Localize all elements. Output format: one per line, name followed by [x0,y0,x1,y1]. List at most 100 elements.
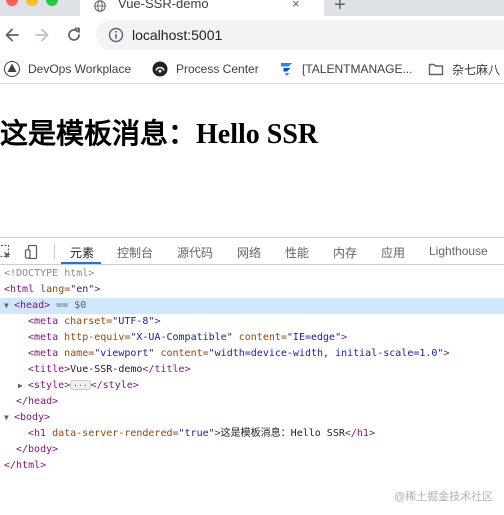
dom-node-head-close[interactable]: </head> [0,394,504,410]
tab-lighthouse[interactable]: Lighthouse [429,244,488,258]
attr-name: data-server-rendered= [46,428,179,439]
tab-elements[interactable]: 元素 [70,244,94,261]
inspect-element-icon[interactable] [0,244,12,260]
collapsed-triangle-icon[interactable]: ▶ [18,378,28,394]
dom-node-title[interactable]: <title>Vue-SSR-demo</title> [0,362,504,378]
maximize-window-button[interactable] [46,0,58,6]
dom-node-body[interactable]: ▼ <body> [0,410,504,426]
divider [54,244,55,259]
tag-text: </head> [16,396,59,407]
tab-memory[interactable]: 内存 [333,244,357,261]
attr-value: "X-UA-Compatible" [130,332,233,343]
watermark: @稀土掘金技术社区 [394,491,494,503]
tag-text: </title> [142,364,191,375]
selected-node-marker: == $0 [50,300,87,311]
dom-node-meta-charset[interactable]: <meta charset="UTF-8"> [0,314,504,330]
back-button[interactable] [2,25,22,45]
minimize-window-button[interactable] [26,0,38,6]
dom-node-doctype[interactable]: <!DOCTYPE html> [0,266,504,282]
bookmark-talentmanage[interactable]: [TALENTMANAGE... [278,60,412,78]
tag-text: <style> [28,380,71,391]
attr-value: "width=device-width, initial-scale=1.0" [208,348,444,359]
page-heading: 这是模板消息：Hello SSR [0,119,319,150]
bookmarks-bar: DevOps Workplace Process Center [TALENTM… [0,54,504,84]
browser-tab[interactable]: Vue-SSR-demo × [80,0,324,16]
attr-value: "UTF-8" [112,316,155,327]
tag-text: </html> [4,460,47,471]
text-node: Vue-SSR-demo [70,364,143,375]
attr-name: lang= [34,284,71,295]
expanded-triangle-icon[interactable]: ▼ [4,410,14,426]
url-text[interactable]: localhost:5001 [132,27,222,43]
tab-close-icon[interactable]: × [292,0,300,11]
globe-icon [94,0,106,12]
folder-icon [428,63,444,76]
tab-title: Vue-SSR-demo [118,0,209,11]
dom-node-meta-http-equiv[interactable]: <meta http-equiv="X-UA-Compatible" conte… [0,330,504,346]
attr-name: charset= [58,316,113,327]
tag-text: > [154,316,161,327]
bookmark-folder[interactable]: 杂七麻八 [428,60,500,78]
dom-node-body-close[interactable]: </body> [0,442,504,458]
devtools-panel: 元素 控制台 源代码 网络 性能 内存 应用 Lighthouse <!DOCT… [0,237,504,515]
site-info-icon[interactable] [108,27,124,43]
reload-icon [68,27,80,41]
arrow-left-icon [5,28,19,42]
close-window-button[interactable] [6,0,18,6]
devtools-tab-bar: 元素 控制台 源代码 网络 性能 内存 应用 Lighthouse [0,238,504,265]
arrow-right-icon [35,28,49,42]
tag-text: <body> [14,412,51,423]
bookmark-label: DevOps Workplace [28,62,132,76]
attr-name: content= [154,348,209,359]
text-node: 这是模板消息：Hello SSR [220,428,345,439]
tab-sources[interactable]: 源代码 [177,244,213,261]
talent-icon [281,63,292,76]
tag-text: > [341,332,348,343]
tag-text: <html [4,284,35,295]
tag-text: <h1 [28,428,47,439]
dom-node-html-close[interactable]: </html> [0,458,504,474]
tag-text: </style> [90,380,139,391]
expanded-triangle-icon[interactable]: ▼ [4,298,14,314]
doctype-text: <!DOCTYPE html> [4,268,95,279]
bookmark-label: 杂七麻八 [452,62,501,77]
attr-value: "viewport" [94,348,155,359]
bookmark-label: [TALENTMANAGE... [302,62,413,76]
active-tab-indicator [61,262,101,264]
collapsed-content-badge[interactable]: ··· [70,380,91,390]
browser-toolbar: localhost:5001 [0,16,504,54]
bookmark-devops-workplace[interactable]: DevOps Workplace [4,60,131,78]
reload-button[interactable] [64,25,84,45]
dom-node-h1[interactable]: <h1 data-server-rendered="true">这是模板消息：H… [0,426,504,442]
device-toolbar-icon[interactable] [24,244,40,260]
tab-performance[interactable]: 性能 [285,244,309,261]
dom-node-style[interactable]: ▶ <style> ··· </style> [0,378,504,394]
process-center-icon [152,61,168,77]
address-bar[interactable]: localhost:5001 [96,20,504,50]
dom-node-html[interactable]: <html lang="en"> [0,282,504,298]
attr-name: name= [58,348,95,359]
tab-application[interactable]: 应用 [381,244,405,261]
tag-text: > [94,284,101,295]
attr-value: "en" [70,284,95,295]
tag-text: <meta [28,332,59,343]
tab-network[interactable]: 网络 [237,244,261,261]
attr-value: "true" [178,428,215,439]
bookmark-process-center[interactable]: Process Center [152,60,259,78]
tag-text: > [443,348,450,359]
dom-node-head-selected[interactable]: ▼ <head> == $0 [0,298,504,314]
forward-button[interactable] [32,25,52,45]
tag-text: </h1> [344,428,375,439]
tab-console[interactable]: 控制台 [117,244,153,261]
tab-strip: Vue-SSR-demo × + [0,0,504,16]
attr-value: "IE=edge" [286,332,342,343]
new-tab-button[interactable]: + [334,0,346,16]
tag-text: </body> [16,444,59,455]
tag-text: <head> [14,300,51,311]
tag-text: <meta [28,316,59,327]
bookmark-label: Process Center [176,62,259,76]
tag-text: <title> [28,364,71,375]
dom-node-meta-viewport[interactable]: <meta name="viewport" content="width=dev… [0,346,504,362]
tag-text: <meta [28,348,59,359]
devops-icon [4,61,20,77]
